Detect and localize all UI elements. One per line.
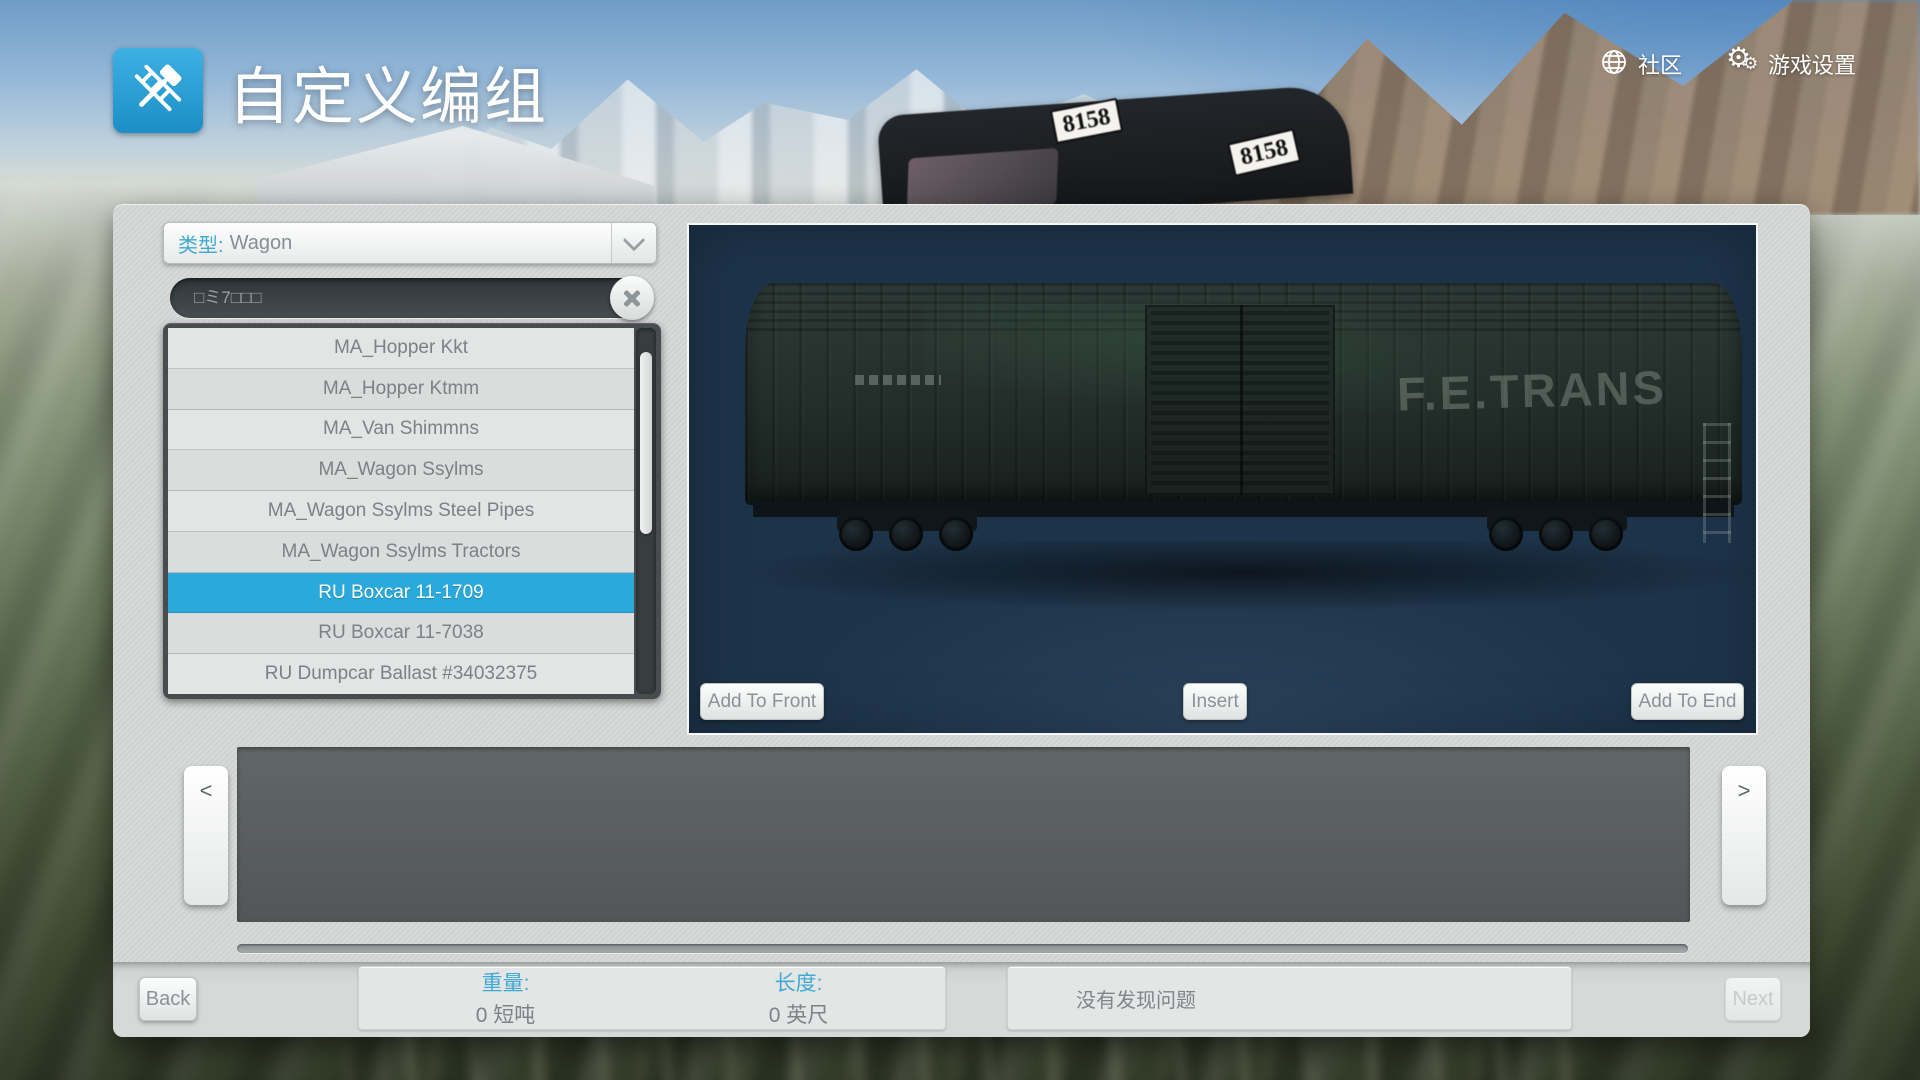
status-message: 没有发现问题 <box>1008 984 1196 1013</box>
list-item[interactable]: MA_Van Shimmns <box>168 410 634 451</box>
dropdown-chevron-cell[interactable] <box>611 223 656 263</box>
app-logo <box>113 48 203 133</box>
length-value: 0 英尺 <box>769 999 829 1029</box>
list-item[interactable]: MA_Wagon Ssylms Tractors <box>168 532 634 573</box>
back-button[interactable]: Back <box>139 977 197 1021</box>
list-item[interactable]: RU Boxcar 11-7038 <box>168 613 634 654</box>
consist-strip[interactable] <box>237 747 1690 922</box>
clear-search-button[interactable] <box>610 276 654 320</box>
list-item[interactable]: RU Dumpcar Ballast #34032375 <box>168 654 634 694</box>
locomotive-number-plate: 8158 <box>1227 128 1301 176</box>
validation-status-panel: 没有发现问题 <box>1007 966 1572 1030</box>
wagon-3d-model: F.E.TRANS <box>745 283 1742 583</box>
community-label: 社区 <box>1638 48 1682 80</box>
consist-scroll-right-button[interactable]: > <box>1722 766 1766 905</box>
game-settings-label: 游戏设置 <box>1768 48 1856 80</box>
type-dropdown-value: Wagon <box>224 232 293 255</box>
top-navigation: 社区 ⚙⚙ 游戏设置 <box>1600 46 1910 82</box>
weight-label: 重量: <box>482 967 530 997</box>
list-item[interactable]: MA_Hopper Ktmm <box>168 369 634 410</box>
wagon-list-rows: MA_Hopper Kkt MA_Hopper Ktmm MA_Van Shim… <box>168 328 634 694</box>
wagon-small-markings <box>855 375 941 385</box>
add-to-front-button[interactable]: Add To Front <box>700 683 824 720</box>
custom-consist-screen: 8158 8158 自定义编组 <box>0 0 1920 1080</box>
consist-stats-panel: 重量: 0 短吨 长度: 0 英尺 <box>358 966 946 1030</box>
consist-scrollbar[interactable] <box>237 944 1688 953</box>
consist-scroll-left-button[interactable]: < <box>184 766 228 905</box>
length-stat: 长度: 0 英尺 <box>652 967 945 1029</box>
wagon-bogie <box>837 509 977 553</box>
hammer-track-icon <box>127 57 189 124</box>
weight-stat: 重量: 0 短吨 <box>359 967 652 1029</box>
list-scrollbar-track[interactable] <box>636 328 656 694</box>
wagon-ladder <box>1703 423 1731 543</box>
page-title: 自定义编组 <box>228 46 548 136</box>
locomotive-number-plate: 8158 <box>1050 98 1123 144</box>
gears-icon: ⚙⚙ <box>1728 49 1758 79</box>
main-panel: 类型: Wagon MA_Hopper Kkt MA_Hopper Ktmm M… <box>113 204 1810 1037</box>
wagon-list: MA_Hopper Kkt MA_Hopper Ktmm MA_Van Shim… <box>163 323 661 699</box>
search-box <box>170 278 648 318</box>
insert-button[interactable]: Insert <box>1183 683 1247 720</box>
wagon-door <box>1145 305 1335 495</box>
list-item[interactable]: MA_Hopper Kkt <box>168 328 634 369</box>
next-button[interactable]: Next <box>1725 977 1781 1021</box>
add-to-end-button[interactable]: Add To End <box>1631 683 1744 720</box>
search-input[interactable] <box>170 278 648 318</box>
community-button[interactable]: 社区 <box>1600 48 1682 81</box>
type-dropdown[interactable]: 类型: Wagon <box>163 222 657 264</box>
weight-value: 0 短吨 <box>476 999 536 1029</box>
chevron-down-icon <box>623 229 646 252</box>
length-label: 长度: <box>775 967 823 997</box>
wagon-bogie <box>1487 509 1627 553</box>
wagon-body: F.E.TRANS <box>745 283 1742 505</box>
game-settings-button[interactable]: ⚙⚙ 游戏设置 <box>1728 48 1856 80</box>
list-item-selected[interactable]: RU Boxcar 11-1709 <box>168 573 634 614</box>
globe-icon <box>1600 48 1628 81</box>
list-item[interactable]: MA_Wagon Ssylms <box>168 450 634 491</box>
wagon-preview-viewport: F.E.TRANS Add To Front Insert Add To End <box>689 225 1756 733</box>
wagon-livery-text: F.E.TRANS <box>1396 359 1667 421</box>
footer-bar: Back 重量: 0 短吨 长度: 0 英尺 没有发现问题 Next <box>113 962 1810 1037</box>
list-scrollbar-thumb[interactable] <box>640 352 652 534</box>
type-dropdown-label: 类型: <box>164 229 224 258</box>
list-item[interactable]: MA_Wagon Ssylms Steel Pipes <box>168 491 634 532</box>
